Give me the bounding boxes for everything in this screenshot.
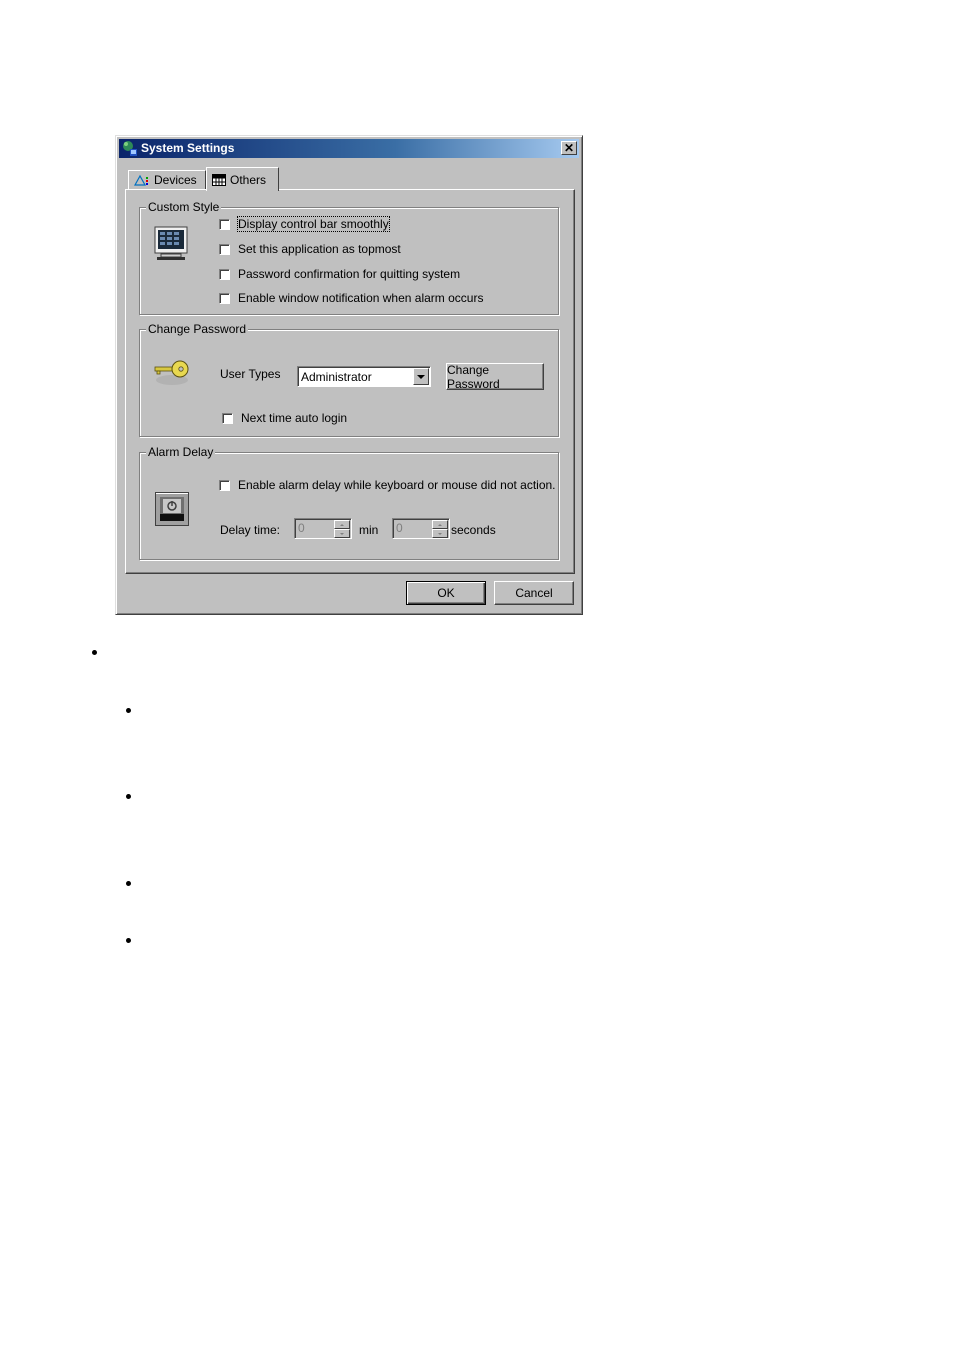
power-icon (155, 492, 189, 526)
checkbox[interactable] (219, 292, 230, 304)
delay-seconds-value: 0 (396, 521, 403, 535)
alarm-delay-group: Alarm Delay Enable alarm delay while key… (139, 445, 559, 560)
tab-others[interactable]: Others (206, 167, 279, 191)
devices-icon (134, 174, 148, 186)
title-bar[interactable]: System Settings ✕ (119, 139, 579, 158)
checkbox[interactable] (219, 218, 230, 230)
option-label: Password confirmation for quitting syste… (238, 267, 461, 281)
key-icon (154, 360, 189, 385)
tab-panel-others: Custom Style Display control bar smoothl… (125, 189, 575, 574)
user-types-select[interactable]: Administrator (297, 366, 431, 387)
tab-devices-label: Devices (154, 173, 197, 187)
system-settings-dialog: System Settings ✕ Devices Others Custom … (115, 135, 583, 615)
option-label: Display control bar smoothly (237, 216, 390, 232)
spin-down-button[interactable] (334, 529, 350, 538)
tab-devices[interactable]: Devices (128, 170, 206, 189)
delay-min-value: 0 (298, 521, 305, 535)
list-bullet (126, 794, 131, 799)
spin-up-button[interactable] (334, 520, 350, 529)
option-label: Set this application as topmost (238, 242, 401, 256)
checkbox[interactable] (219, 268, 230, 280)
list-bullet (126, 708, 131, 713)
checkbox[interactable] (219, 479, 230, 491)
checkbox[interactable] (222, 412, 233, 424)
option-label: Enable alarm delay while keyboard or mou… (238, 478, 556, 492)
spin-down-button[interactable] (432, 529, 448, 538)
ok-button[interactable]: OK (406, 581, 486, 605)
list-bullet (92, 650, 97, 655)
min-unit-label: min (359, 523, 379, 537)
alarm-delay-enable-option[interactable]: Enable alarm delay while keyboard or mou… (219, 478, 556, 492)
list-bullet (126, 938, 131, 943)
ok-button-label: OK (437, 586, 455, 600)
option-password-confirmation[interactable]: Password confirmation for quitting syste… (219, 267, 460, 281)
auto-login-option[interactable]: Next time auto login (222, 411, 347, 425)
option-label: Next time auto login (241, 411, 348, 425)
change-password-label: Change Password (146, 322, 249, 336)
change-password-group: Change Password User Types Administrator… (139, 322, 559, 437)
dropdown-button[interactable] (413, 368, 429, 385)
arrow-up-icon (438, 523, 442, 526)
option-topmost[interactable]: Set this application as topmost (219, 242, 401, 256)
cancel-button-label: Cancel (515, 586, 553, 600)
change-password-button-label: Change Password (447, 362, 500, 391)
list-bullet (126, 881, 131, 886)
arrow-down-icon (340, 532, 344, 535)
delay-seconds-spinner[interactable]: 0 (392, 518, 450, 539)
option-display-control-bar[interactable]: Display control bar smoothly (219, 216, 390, 232)
close-icon: ✕ (563, 141, 575, 155)
delay-min-spinner[interactable]: 0 (294, 518, 352, 539)
monitor-icon (154, 226, 188, 260)
cancel-button[interactable]: Cancel (494, 581, 574, 605)
alarm-delay-label: Alarm Delay (146, 445, 216, 459)
user-types-value: Administrator (301, 370, 372, 384)
option-window-notification[interactable]: Enable window notification when alarm oc… (219, 291, 483, 305)
spin-up-button[interactable] (432, 520, 448, 529)
checkbox[interactable] (219, 243, 230, 255)
arrow-down-icon (438, 532, 442, 535)
arrow-up-icon (340, 523, 344, 526)
close-button[interactable]: ✕ (561, 141, 577, 155)
seconds-unit-label: seconds (451, 523, 496, 537)
tab-others-label: Others (230, 172, 267, 187)
app-icon (123, 141, 137, 156)
option-label: Enable window notification when alarm oc… (238, 291, 484, 305)
dialog-title: System Settings (141, 141, 235, 155)
change-password-button[interactable]: Change Password (446, 362, 544, 391)
custom-style-group: Custom Style Display control bar smoothl… (139, 200, 559, 315)
grid-icon (212, 173, 226, 186)
chevron-down-icon (417, 374, 425, 379)
delay-time-label: Delay time: (220, 523, 281, 537)
user-types-label: User Types (220, 367, 281, 381)
custom-style-label: Custom Style (146, 200, 222, 214)
